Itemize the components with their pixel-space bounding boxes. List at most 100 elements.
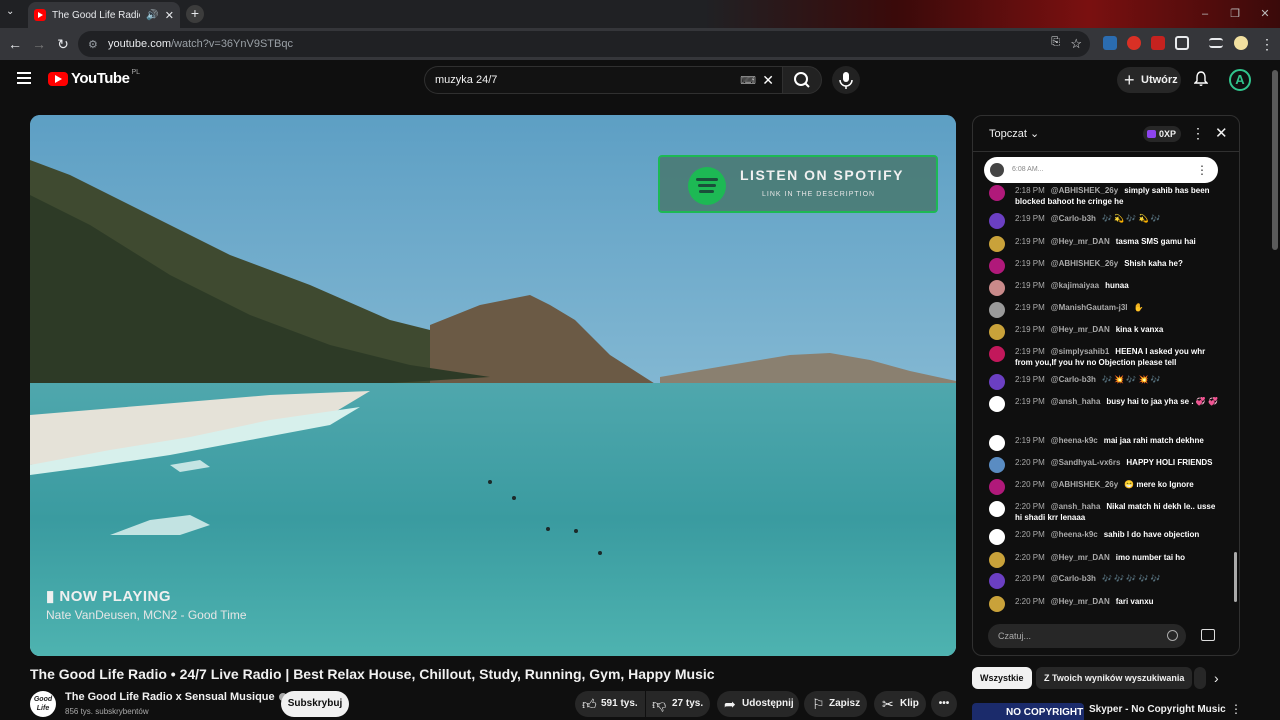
chat-author[interactable]: @Hey_mr_DAN	[1051, 237, 1110, 246]
forward-icon[interactable]: →	[30, 35, 48, 53]
chat-message[interactable]: 2:20 PM @ABHISHEK_26y 😁 mere ko Ignore	[989, 479, 1221, 495]
recommendation-title[interactable]: Skyper - No Copyright Music	[1089, 704, 1226, 715]
chat-points-badge[interactable]: 0XP	[1143, 126, 1182, 142]
notifications-bell-icon[interactable]	[1194, 71, 1208, 87]
share-button[interactable]: ➦ Udostępnij	[717, 691, 799, 717]
reload-icon[interactable]: ↻	[54, 35, 72, 53]
chat-author[interactable]: @ABHISHEK_26y	[1051, 259, 1118, 268]
browser-tab[interactable]: The Good Life Radio • 24/7 🔊 ✕	[28, 2, 180, 28]
chat-input[interactable]: Czatuj...	[988, 624, 1186, 648]
chat-message[interactable]: 2:18 PM @ABHISHEK_26y simply sahib has bee…	[989, 185, 1221, 207]
chat-author[interactable]: @ansh_haha	[1051, 397, 1101, 406]
chat-message[interactable]: 2:20 PM @Hey_mr_DAN fari vanxu	[989, 596, 1221, 612]
chat-message[interactable]: 2:19 PM @simplysahib1 HEENA I asked you wh…	[989, 346, 1221, 368]
pinned-more-icon[interactable]: ⋮	[1196, 157, 1208, 183]
address-bar[interactable]: ⚙ youtube.com /watch?v=36YnV9STBqc ⎘ ☆	[78, 31, 1090, 57]
chat-author-avatar[interactable]	[989, 346, 1005, 362]
media-control-icon[interactable]	[1209, 38, 1223, 48]
chat-author-avatar[interactable]	[989, 302, 1005, 318]
channel-avatar[interactable]: Good Life	[30, 691, 56, 717]
chat-author-avatar[interactable]	[989, 374, 1005, 390]
chat-author[interactable]: @heena-k9c	[1051, 436, 1098, 445]
youtube-logo[interactable]: YouTube PL	[48, 69, 140, 87]
back-icon[interactable]: ←	[6, 35, 24, 53]
chat-scrollbar[interactable]	[1231, 156, 1237, 612]
chat-message[interactable]: 2:20 PM @SandhyaL-vx6rs HAPPY HOLI FRIENDS	[989, 457, 1221, 473]
chat-author-avatar[interactable]	[989, 185, 1005, 201]
chip-from-search[interactable]: Z Twoich wyników wyszukiwania	[1036, 667, 1193, 689]
chat-author-avatar[interactable]	[989, 596, 1005, 612]
chat-author[interactable]: @heena-k9c	[1051, 530, 1098, 539]
clear-search-icon[interactable]: ✕	[762, 67, 774, 93]
chat-author[interactable]: @SandhyaL-vx6rs	[1051, 458, 1121, 467]
tab-close-icon[interactable]: ✕	[165, 9, 174, 22]
recommendation-thumbnail[interactable]: NO COPYRIGHT	[972, 703, 1084, 720]
page-scrollbar[interactable]	[1272, 70, 1278, 250]
minimize-button[interactable]: –	[1190, 0, 1220, 28]
chat-author-avatar[interactable]	[989, 213, 1005, 229]
search-input[interactable]: muzyka 24/7 ⌨ ✕	[424, 66, 782, 94]
channel-name[interactable]: The Good Life Radio x Sensual Musique	[65, 691, 287, 703]
chip-all[interactable]: Wszystkie	[972, 667, 1032, 689]
chat-author[interactable]: @ansh_haha	[1051, 502, 1101, 511]
chat-author[interactable]: @kajimaiyaa	[1051, 281, 1099, 290]
super-chat-icon[interactable]	[1201, 629, 1215, 641]
chat-author-avatar[interactable]	[989, 457, 1005, 473]
like-button[interactable]: 👍︎ 591 tys.	[575, 691, 645, 717]
chat-author-avatar[interactable]	[989, 529, 1005, 545]
chat-author-avatar[interactable]	[989, 236, 1005, 252]
chat-author-avatar[interactable]	[989, 396, 1005, 412]
chat-message[interactable]: 2:20 PM @Hey_mr_DAN imo number tai ho	[989, 552, 1221, 568]
chat-author[interactable]: @ABHISHEK_26y	[1051, 186, 1118, 195]
chat-message[interactable]: 2:20 PM @ansh_haha Nikal match hi dekh le.…	[989, 501, 1221, 523]
extensions-puzzle-icon[interactable]	[1175, 36, 1189, 50]
maximize-button[interactable]: ❐	[1220, 0, 1250, 28]
chat-author-avatar[interactable]	[989, 501, 1005, 517]
emoji-icon[interactable]	[1167, 630, 1178, 641]
chat-author[interactable]: @Hey_mr_DAN	[1051, 553, 1110, 562]
chat-author[interactable]: @Hey_mr_DAN	[1051, 325, 1110, 334]
chat-message[interactable]: 2:19 PM @Hey_mr_DAN tasma SMS gamu hai	[989, 236, 1221, 252]
new-tab-button[interactable]: +	[186, 5, 204, 23]
chat-author-avatar[interactable]	[989, 573, 1005, 589]
search-button[interactable]	[782, 66, 822, 94]
chat-message[interactable]: 2:19 PM @Carlo-b3h 🎶 💥 🎶 💥 🎶	[989, 374, 1221, 390]
clip-button[interactable]: ✂ Klip	[874, 691, 926, 717]
chat-author[interactable]: @Carlo-b3h	[1051, 574, 1096, 583]
chat-mode-dropdown[interactable]: Topczat ⌄	[989, 127, 1039, 140]
account-avatar[interactable]: A	[1229, 69, 1251, 91]
chat-author[interactable]: @simplysahib1	[1051, 347, 1110, 356]
dislike-button[interactable]: 👎︎ 27 tys.	[646, 691, 710, 717]
chat-more-icon[interactable]: ⋮	[1191, 125, 1205, 142]
chat-author[interactable]: @Carlo-b3h	[1051, 375, 1096, 384]
chat-message[interactable]: 2:19 PM @Hey_mr_DAN kina k vanxa	[989, 324, 1221, 340]
chips-next-icon[interactable]: ›	[1214, 670, 1219, 686]
recommendation-more-icon[interactable]: ⋮	[1230, 702, 1242, 716]
chat-author[interactable]: @ABHISHEK_26y	[1051, 480, 1118, 489]
speaker-icon[interactable]: 🔊	[146, 10, 158, 21]
extension-translate-icon[interactable]	[1103, 36, 1117, 50]
chat-author[interactable]: @ManishGautam-j3l	[1051, 303, 1128, 312]
more-actions-button[interactable]: •••	[931, 691, 957, 717]
chat-scroll-thumb[interactable]	[1234, 552, 1237, 602]
chat-message[interactable]: 2:19 PM @heena-k9c mai jaa rahi match dekh…	[989, 435, 1221, 451]
subscribe-button[interactable]: Subskrybuj	[281, 691, 349, 717]
chat-author[interactable]: @Hey_mr_DAN	[1051, 597, 1110, 606]
extension-youtube-icon[interactable]	[1151, 36, 1165, 50]
bookmark-star-icon[interactable]: ☆	[1070, 36, 1082, 52]
chat-message[interactable]: 2:19 PM @ManishGautam-j3l ✋	[989, 302, 1221, 318]
chat-message[interactable]: 2:20 PM @heena-k9c sahib I do have objecti…	[989, 529, 1221, 545]
install-app-icon[interactable]: ⎘	[1051, 36, 1060, 49]
chat-author[interactable]: @Carlo-b3h	[1051, 214, 1096, 223]
chat-message[interactable]: 2:19 PM @ansh_haha busy hai to jaa yha se …	[989, 396, 1221, 412]
pinned-message[interactable]: 6:08 AM... ⋮	[984, 157, 1218, 183]
chat-author-avatar[interactable]	[989, 324, 1005, 340]
tab-search-icon[interactable]: ⌄	[6, 6, 14, 17]
video-player[interactable]: LISTEN ON SPOTIFY LINK IN THE DESCRIPTIO…	[30, 115, 956, 656]
chat-author-avatar[interactable]	[989, 435, 1005, 451]
chat-author-avatar[interactable]	[989, 258, 1005, 274]
chat-author-avatar[interactable]	[989, 479, 1005, 495]
save-button[interactable]: ⚐ Zapisz	[804, 691, 867, 717]
chat-author-avatar[interactable]	[989, 552, 1005, 568]
keyboard-icon[interactable]: ⌨	[740, 68, 756, 94]
